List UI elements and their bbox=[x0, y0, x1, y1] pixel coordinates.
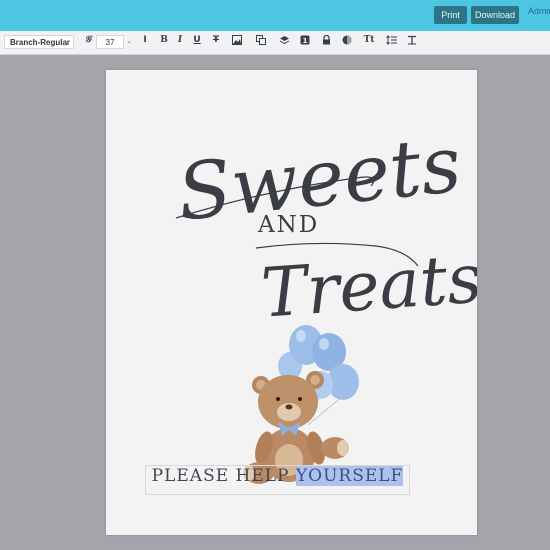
and-text[interactable]: AND bbox=[257, 212, 319, 238]
effects-icon[interactable] bbox=[340, 35, 354, 49]
print-button[interactable]: Print bbox=[434, 6, 467, 24]
tagline-textbox[interactable]: PLEASE HELP YOURSELF bbox=[145, 465, 410, 495]
image-icon[interactable] bbox=[230, 35, 244, 49]
copy-icon[interactable] bbox=[254, 35, 268, 49]
format-toolbar: Branch-Regular ⌄ 𝒢 37 ⌄ I B I U Ŧ 1 Tt bbox=[0, 31, 550, 55]
tagline-text[interactable]: PLEASE HELP YOURSELF bbox=[146, 466, 409, 494]
download-button[interactable]: Download bbox=[471, 6, 519, 24]
clear-format-icon[interactable] bbox=[405, 35, 419, 49]
font-style-icon[interactable]: 𝒢 bbox=[81, 35, 95, 49]
tagline-selected-text[interactable]: YOURSELF bbox=[295, 466, 404, 486]
font-size-input[interactable]: 37 bbox=[96, 35, 124, 49]
admin-link[interactable]: Admin bbox=[528, 6, 550, 24]
lock-icon[interactable] bbox=[319, 34, 333, 49]
font-family-select[interactable]: Branch-Regular ⌄ bbox=[4, 35, 74, 49]
treats-title[interactable]: Treats bbox=[259, 240, 477, 334]
svg-text:1: 1 bbox=[303, 37, 308, 45]
tagline-unselected-text: PLEASE HELP bbox=[151, 466, 296, 486]
sweets-title[interactable]: Sweets bbox=[174, 120, 466, 239]
list-icon[interactable] bbox=[384, 35, 398, 49]
line-height-icon[interactable]: I bbox=[138, 35, 152, 49]
font-family-value: Branch-Regular bbox=[10, 38, 71, 47]
design-canvas[interactable]: Sweets AND Treats PLEASE HELP YOURSELF bbox=[106, 70, 477, 535]
underline-icon[interactable]: U bbox=[190, 35, 204, 49]
chevron-down-icon[interactable]: ⌄ bbox=[125, 35, 133, 49]
layers-icon[interactable] bbox=[277, 35, 291, 49]
chevron-down-icon: ⌄ bbox=[64, 39, 70, 46]
strikethrough-icon[interactable]: Ŧ bbox=[209, 35, 223, 49]
text-size-icon[interactable]: Tt bbox=[362, 35, 376, 49]
counter-icon[interactable]: 1 bbox=[298, 35, 312, 49]
bold-icon[interactable]: B bbox=[157, 35, 171, 49]
top-bar: Print Download Admin bbox=[0, 0, 550, 31]
italic-icon[interactable]: I bbox=[173, 35, 187, 49]
